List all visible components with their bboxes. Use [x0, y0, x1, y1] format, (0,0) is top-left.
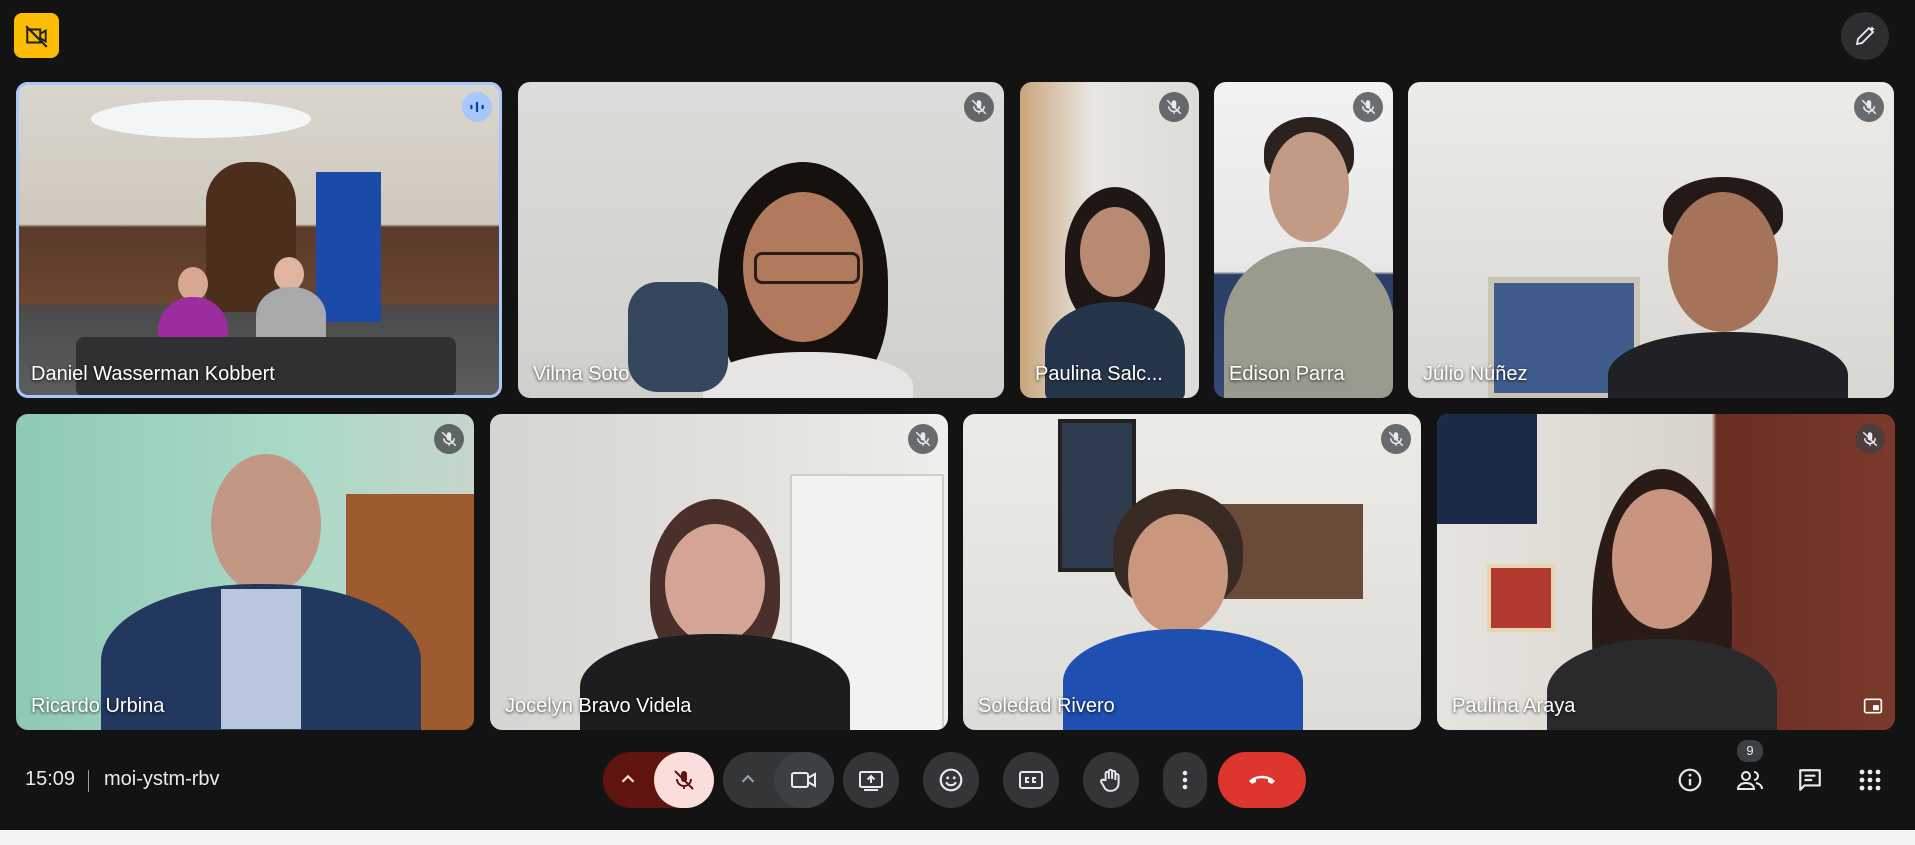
participant-name: Edison Parra: [1229, 363, 1345, 385]
chevron-up-icon[interactable]: [737, 768, 759, 795]
picture-in-picture-icon[interactable]: [1861, 694, 1885, 718]
meeting-clock: 15:09: [25, 768, 76, 790]
meet-window: Daniel Wasserman Kobbert Vilma Soto Paul…: [0, 0, 1915, 830]
camera-button-group[interactable]: [723, 752, 834, 808]
participant-name: Ricardo Urbina: [31, 695, 165, 717]
chat-button[interactable]: [1782, 752, 1838, 808]
participant-tile[interactable]: Vilma Soto: [518, 82, 1004, 398]
participant-name: Júlio Núñez: [1423, 363, 1528, 385]
participant-tile[interactable]: Júlio Núñez: [1408, 82, 1894, 398]
raise-hand-button[interactable]: [1083, 752, 1139, 808]
emoji-icon: [939, 768, 963, 792]
end-call-button[interactable]: [1218, 752, 1306, 808]
participant-count-badge: 9: [1737, 740, 1763, 762]
activities-button[interactable]: [1842, 752, 1898, 808]
participant-tile[interactable]: Paulina Araya: [1437, 414, 1895, 730]
meeting-info-button[interactable]: [1662, 752, 1718, 808]
mic-button-group[interactable]: [603, 752, 714, 808]
people-button[interactable]: 9: [1722, 740, 1778, 808]
mic-off-icon: [1381, 424, 1411, 454]
present-screen-button[interactable]: [843, 752, 899, 808]
more-options-button[interactable]: [1163, 752, 1207, 808]
emoji-button[interactable]: [923, 752, 979, 808]
chevron-up-icon[interactable]: [617, 768, 639, 795]
mic-off-icon: [908, 424, 938, 454]
meeting-code: moi-ystm-rbv: [104, 768, 220, 790]
participant-tile[interactable]: Jocelyn Bravo Videla: [490, 414, 948, 730]
participant-name: Vilma Soto: [533, 363, 630, 385]
browser-bottom-edge: [0, 830, 1915, 845]
info-icon: [1678, 768, 1702, 792]
camera-off-icon[interactable]: [14, 13, 59, 58]
participant-name: Soledad Rivero: [978, 695, 1115, 717]
mic-off-icon: [1855, 424, 1885, 454]
people-icon: [1736, 771, 1763, 790]
captions-button[interactable]: [1003, 752, 1059, 808]
participant-tile[interactable]: Paulina Salc...: [1020, 82, 1199, 398]
raise-hand-icon: [1100, 768, 1120, 792]
mic-off-icon: [1353, 92, 1383, 122]
participant-tile[interactable]: Edison Parra: [1214, 82, 1393, 398]
videocam-icon[interactable]: [774, 752, 834, 808]
edit-pen-icon[interactable]: [1841, 12, 1889, 60]
present-screen-icon: [859, 771, 883, 791]
mic-off-icon: [1854, 92, 1884, 122]
participant-name: Paulina Salc...: [1035, 363, 1163, 385]
more-vert-icon: [1182, 770, 1188, 790]
mic-off-icon: [1159, 92, 1189, 122]
participant-name: Jocelyn Bravo Videla: [505, 695, 692, 717]
divider: [88, 770, 89, 792]
apps-icon: [1859, 769, 1881, 791]
chat-icon: [1799, 769, 1821, 791]
participant-tile[interactable]: Ricardo Urbina: [16, 414, 474, 730]
captions-icon: [1019, 771, 1043, 789]
mic-off-icon: [434, 424, 464, 454]
mic-off-icon: [964, 92, 994, 122]
speaking-indicator-icon: [462, 92, 492, 122]
participant-tile[interactable]: Soledad Rivero: [963, 414, 1421, 730]
participant-name: Paulina Araya: [1452, 695, 1576, 717]
control-bar: 15:09 moi-ystm-rbv 9: [0, 740, 1915, 820]
participant-tile[interactable]: Daniel Wasserman Kobbert: [16, 82, 502, 398]
participant-name: Daniel Wasserman Kobbert: [31, 363, 275, 385]
mic-off-icon[interactable]: [654, 752, 714, 808]
end-call-icon: [1249, 775, 1275, 784]
